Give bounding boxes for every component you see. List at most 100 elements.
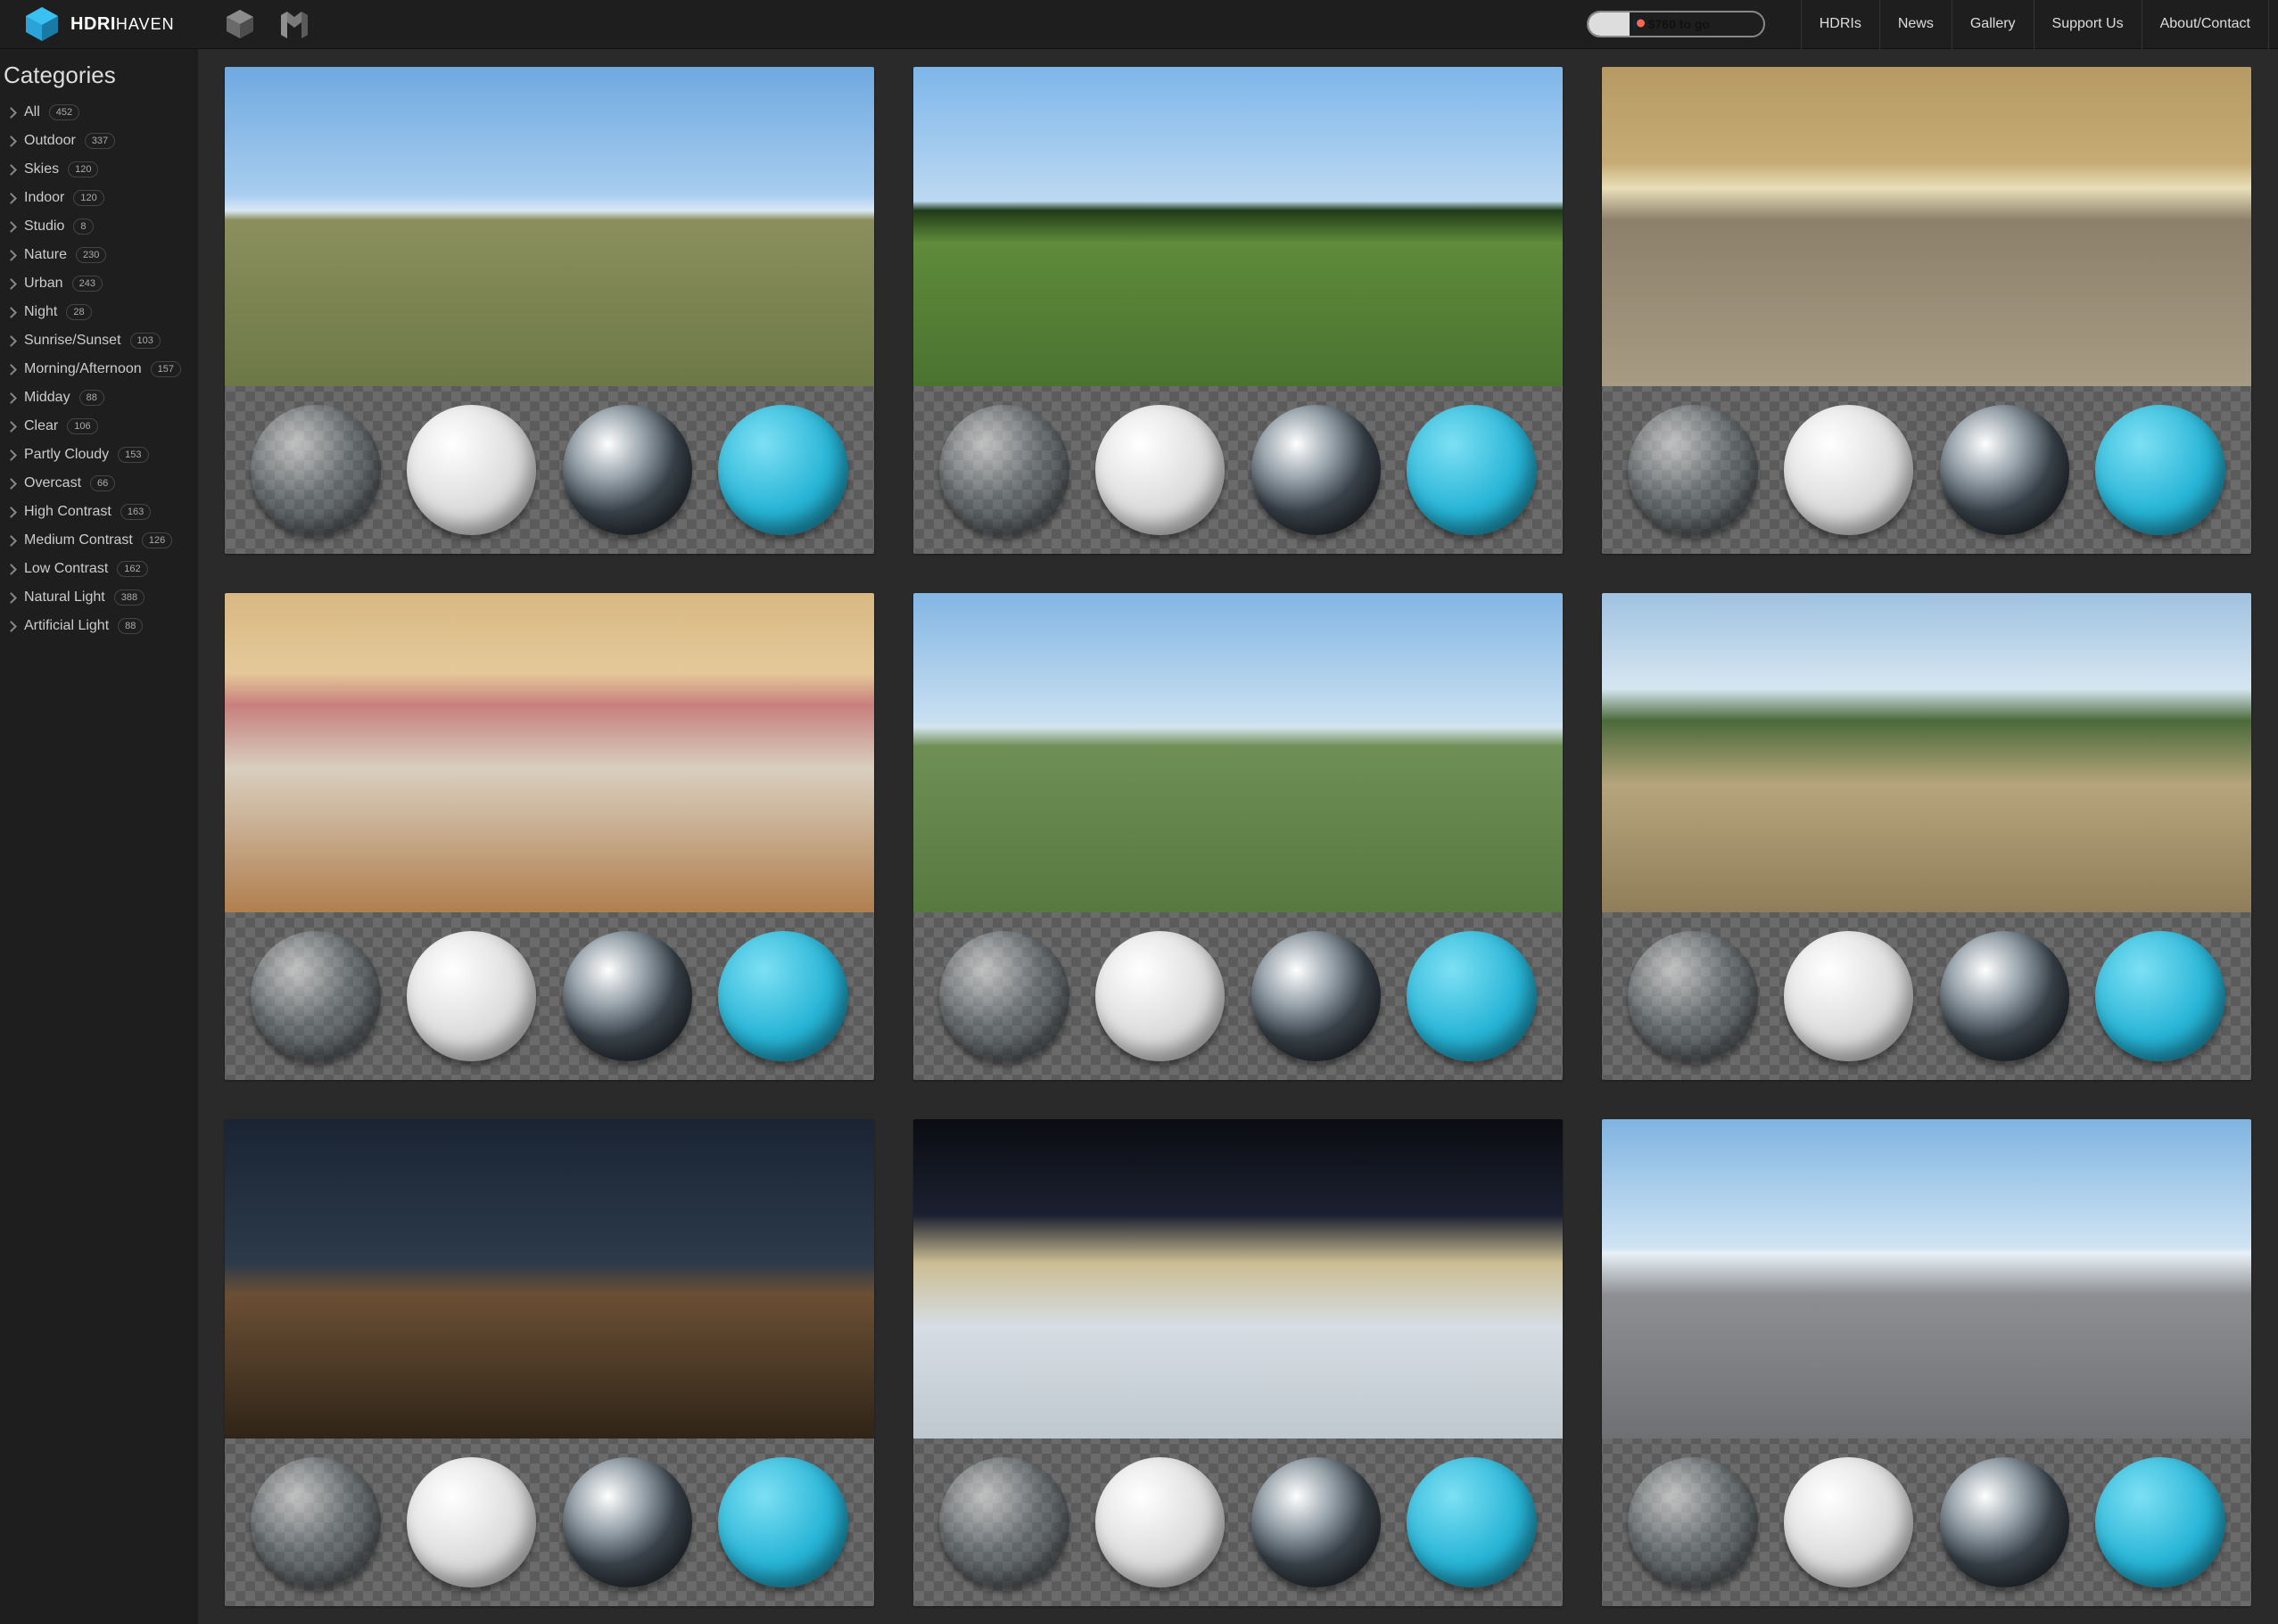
category-label: Sunrise/Sunset: [24, 333, 121, 349]
material-preview-row: [1602, 1439, 2251, 1606]
chevron-right-icon: [5, 478, 17, 490]
sibling-sites: [224, 8, 310, 40]
category-count: 106: [67, 418, 97, 434]
category-nature[interactable]: Nature230: [0, 241, 198, 269]
hdri-panorama: [1602, 67, 2251, 386]
donation-fill: [1589, 12, 1630, 36]
hdri-card[interactable]: [913, 1119, 1563, 1606]
hdri-panorama: [225, 1119, 874, 1439]
category-count: 452: [49, 104, 79, 120]
hdri-panorama: [913, 1119, 1563, 1439]
category-skies[interactable]: Skies 120: [0, 155, 198, 184]
category-night[interactable]: Night28: [0, 298, 198, 326]
material-preview-row: [1602, 386, 2251, 554]
preview-glass-ball: [939, 931, 1069, 1061]
chevron-right-icon: [5, 449, 17, 461]
preview-glossy-ball: [1407, 931, 1537, 1061]
category-natural-light[interactable]: Natural Light388: [0, 583, 198, 612]
hdri-card[interactable]: [913, 593, 1563, 1080]
gallery-area: [198, 49, 2278, 1624]
nav-support[interactable]: Support Us: [2034, 0, 2142, 49]
chevron-right-icon: [5, 364, 17, 375]
preview-glossy-ball: [1407, 1457, 1537, 1587]
preview-glossy-ball: [718, 931, 848, 1061]
preview-chrome-ball: [563, 1457, 693, 1587]
hdri-card[interactable]: [225, 67, 874, 554]
preview-diffuse-ball: [1095, 1457, 1226, 1587]
preview-chrome-ball: [1251, 1457, 1382, 1587]
texture-haven-icon[interactable]: [224, 8, 256, 40]
hdri-card[interactable]: [1602, 1119, 2251, 1606]
hdri-panorama: [1602, 593, 2251, 912]
chevron-right-icon: [5, 136, 17, 147]
material-preview-row: [225, 912, 874, 1080]
hdri-panorama: [913, 593, 1563, 912]
hdri-card[interactable]: [1602, 593, 2251, 1080]
model-haven-icon[interactable]: [278, 8, 310, 40]
category-indoor[interactable]: Indoor 120: [0, 184, 198, 212]
category-sunrise-sunset[interactable]: Sunrise/Sunset103: [0, 326, 198, 355]
chevron-right-icon: [5, 193, 17, 204]
nav-news[interactable]: News: [1879, 0, 1952, 49]
category-all[interactable]: All452: [0, 98, 198, 127]
category-count: 66: [90, 475, 115, 491]
brand-logo[interactable]: HDRIHAVEN: [9, 4, 175, 44]
donation-label: $760 to go: [1633, 17, 1710, 31]
category-clear[interactable]: Clear106: [0, 412, 198, 441]
category-label: Low Contrast: [24, 561, 108, 577]
hdri-card[interactable]: [225, 593, 874, 1080]
category-low-contrast[interactable]: Low Contrast 162: [0, 555, 198, 583]
chevron-right-icon: [5, 335, 17, 347]
category-count: 120: [68, 161, 98, 177]
preview-chrome-ball: [1940, 931, 2070, 1061]
chevron-right-icon: [5, 164, 17, 176]
category-partly-cloudy[interactable]: Partly Cloudy153: [0, 441, 198, 469]
preview-glass-ball: [251, 405, 381, 535]
hdri-card[interactable]: [1602, 67, 2251, 554]
category-label: Artificial Light: [24, 618, 109, 634]
material-preview-row: [913, 912, 1563, 1080]
category-label: Skies: [24, 161, 59, 177]
category-label: Morning/Afternoon: [24, 361, 142, 377]
nav-gallery[interactable]: Gallery: [1952, 0, 2034, 49]
chevron-right-icon: [5, 621, 17, 632]
category-label: Indoor: [24, 190, 64, 206]
preview-glass-ball: [1628, 1457, 1758, 1587]
material-preview-row: [913, 1439, 1563, 1606]
category-artificial-light[interactable]: Artificial Light 88: [0, 612, 198, 640]
category-label: Night: [24, 304, 57, 320]
category-urban[interactable]: Urban243: [0, 269, 198, 298]
chevron-right-icon: [5, 221, 17, 233]
category-count: 230: [76, 247, 106, 263]
category-studio[interactable]: Studio8: [0, 212, 198, 241]
preview-glossy-ball: [1407, 405, 1537, 535]
category-label: Outdoor: [24, 133, 76, 149]
donation-progress[interactable]: $760 to go: [1587, 11, 1765, 37]
hdri-card[interactable]: [913, 67, 1563, 554]
nav-hdris[interactable]: HDRIs: [1801, 0, 1879, 49]
preview-diffuse-ball: [1095, 405, 1226, 535]
category-high-contrast[interactable]: High Contrast163: [0, 498, 198, 526]
category-count: 162: [117, 561, 147, 577]
hdri-card[interactable]: [225, 1119, 874, 1606]
category-morning-afternoon[interactable]: Morning/Afternoon157: [0, 355, 198, 383]
category-medium-contrast[interactable]: Medium Contrast126: [0, 526, 198, 555]
category-midday[interactable]: Midday88: [0, 383, 198, 412]
category-outdoor[interactable]: Outdoor 337: [0, 127, 198, 155]
preview-chrome-ball: [1940, 405, 2070, 535]
preview-chrome-ball: [1251, 405, 1382, 535]
material-preview-row: [225, 386, 874, 554]
category-label: Urban: [24, 276, 63, 292]
chevron-right-icon: [5, 307, 17, 318]
category-count: 337: [85, 133, 115, 149]
preview-glass-ball: [939, 405, 1069, 535]
nav-about[interactable]: About/Contact: [2142, 0, 2269, 49]
preview-glossy-ball: [2095, 405, 2225, 535]
chevron-right-icon: [5, 592, 17, 604]
category-count: 88: [118, 618, 143, 634]
category-count: 120: [73, 190, 103, 206]
category-label: Overcast: [24, 475, 81, 491]
category-overcast[interactable]: Overcast 66: [0, 469, 198, 498]
material-preview-row: [1602, 912, 2251, 1080]
preview-glass-ball: [251, 1457, 381, 1587]
